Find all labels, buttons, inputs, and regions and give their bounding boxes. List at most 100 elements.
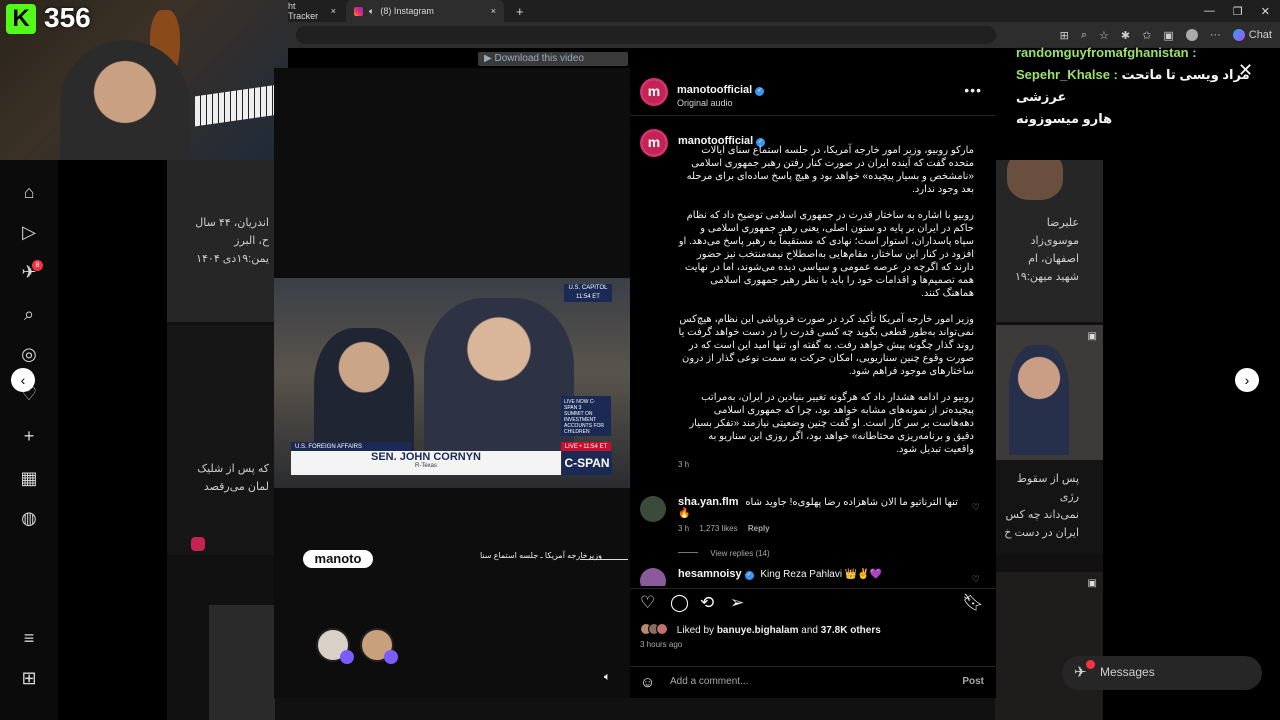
dashboard-icon[interactable]: ▦ xyxy=(17,466,41,490)
copilot-chat-button[interactable]: Chat xyxy=(1232,29,1272,41)
grid-post[interactable] xyxy=(209,605,275,720)
zoom-icon[interactable]: ⌕ xyxy=(1081,29,1087,42)
grid-post[interactable]: پس از سقوط رژی نمی‌داند چه کس ایران در د… xyxy=(995,460,1103,555)
caption-avatar[interactable] xyxy=(640,129,668,157)
manoto-mini-icon xyxy=(191,537,205,551)
post-button[interactable]: Post xyxy=(962,676,984,687)
liked-by-others[interactable]: 37.8K others xyxy=(821,625,881,636)
comment-username[interactable]: sha.yan.flm xyxy=(678,496,739,508)
caption-paragraph: وزیر امور خارجه آمریکا تأکید کرد در صورت… xyxy=(678,314,974,377)
like-icon[interactable]: ♡ xyxy=(640,593,655,613)
threads-icon[interactable]: ◍ xyxy=(17,506,41,530)
senator-name: SEN. JOHN CORNYN xyxy=(370,451,482,463)
profile-icon[interactable] xyxy=(1185,29,1198,41)
repost-icon[interactable]: ⟲ xyxy=(700,593,714,613)
chat-message: randomguyfromafghanistan : xyxy=(1016,42,1276,64)
grid-post[interactable]: که پس از شلیک لمان می‌رقصد xyxy=(167,325,275,555)
star-icon[interactable]: ☆ xyxy=(1099,29,1109,42)
minimize-icon[interactable]: — xyxy=(1204,5,1215,17)
audio-label[interactable]: Original audio xyxy=(677,98,764,108)
chat-label: Chat xyxy=(1248,29,1272,41)
window-controls: — ❐ ✕ xyxy=(1204,0,1270,22)
caption-time: 3 h xyxy=(678,460,690,469)
capitol-time: 11:54 ET xyxy=(576,294,600,300)
reel-icon: ▣ xyxy=(1087,578,1097,589)
grid-post[interactable]: علیرضا موسوی‌زاد اصفهان، ام شهید میهن:۱۹ xyxy=(995,160,1103,322)
tab-instagram[interactable]: 🔈︎ (8) Instagram × xyxy=(346,0,504,22)
grid-line: نمی‌داند چه کس xyxy=(1005,509,1079,521)
next-post-button[interactable]: › xyxy=(1235,368,1259,392)
compass-icon[interactable]: ◎ xyxy=(17,342,41,366)
download-video-bar[interactable]: ▶ Download this video xyxy=(478,52,628,66)
chat-user: randomguyfromafghanistan : xyxy=(1016,45,1197,60)
create-icon[interactable]: + xyxy=(17,424,41,448)
close-icon[interactable]: × xyxy=(491,6,496,16)
grid-line: که پس از شلیک xyxy=(197,463,269,475)
comment-body: sha.yan.flm تنها الترناتیو ما الان شاهزا… xyxy=(678,496,968,558)
capitol-label: U.S. CAPITOL 11:54 ET xyxy=(564,284,612,302)
post-actions: ♡ ◯ ⟲ ➢ 🔖︎ xyxy=(630,588,996,618)
grid-post[interactable]: ▣ xyxy=(995,572,1103,720)
save-icon[interactable]: 🔖︎ xyxy=(962,593,984,613)
comment-meta: 3 h 1,273 likes Reply xyxy=(678,524,968,533)
collections-icon[interactable]: ▣ xyxy=(1163,29,1173,42)
live-now-text: LIVE NOW C-SPAN 3 xyxy=(564,399,596,411)
replies-line xyxy=(678,552,698,553)
author-avatar[interactable] xyxy=(640,78,668,106)
apps-icon[interactable]: ⊞ xyxy=(1060,29,1069,42)
reels-icon[interactable]: ▷ xyxy=(17,220,41,244)
caption-paragraph: روبیو با اشاره به ساختار قدرت در جمهوری … xyxy=(678,210,974,299)
emoji-icon[interactable]: ☺ xyxy=(640,674,655,691)
tab-tracker[interactable]: ht Tracker × xyxy=(280,0,344,22)
mute-icon[interactable]: 🔈︎ xyxy=(604,671,611,684)
messages-pill[interactable]: ✈ Messages xyxy=(1062,656,1262,690)
new-tab-button[interactable]: + xyxy=(508,0,532,22)
comment-likes[interactable]: 1,273 likes xyxy=(699,524,737,533)
comment-like-icon[interactable]: ♡ xyxy=(972,574,980,585)
comment-username[interactable]: hesamnoisy xyxy=(678,568,742,580)
extension-icon[interactable]: ✱ xyxy=(1121,29,1130,42)
messenger-icon: ✈ xyxy=(1074,664,1087,681)
previous-post-button[interactable]: ‹ xyxy=(11,368,35,392)
instagram-icon xyxy=(354,6,363,16)
hearing-clip: U.S. CAPITOL 11:54 ET LIVE NOW C-SPAN 3 … xyxy=(274,278,630,488)
post-time: 3 hours ago xyxy=(640,640,683,649)
speaker-icon[interactable]: 🔈︎ xyxy=(369,6,374,17)
more-options-icon[interactable]: ••• xyxy=(964,82,982,98)
capitol-text: U.S. CAPITOL xyxy=(568,285,608,291)
reply-button[interactable]: Reply xyxy=(748,524,770,533)
more-icon[interactable]: ··· xyxy=(1210,29,1221,41)
liked-by-user[interactable]: banuye.bighalam xyxy=(717,625,799,636)
commenter-avatar[interactable] xyxy=(640,496,666,522)
author-username[interactable]: manotoofficial xyxy=(677,84,752,96)
close-icon[interactable]: × xyxy=(331,6,336,16)
collaborator-avatar[interactable] xyxy=(360,628,398,664)
search-icon[interactable]: ⌕ xyxy=(17,302,41,326)
comment-time: 3 h xyxy=(678,524,690,533)
commenter-avatar[interactable] xyxy=(640,568,666,586)
likes-summary[interactable]: Liked by banuye.bighalam and 37.8K other… xyxy=(640,623,881,636)
comment-icon[interactable]: ◯ xyxy=(670,593,689,613)
comment-text: King Reza Pahlavi 👑✌️💜 xyxy=(760,569,883,580)
share-icon[interactable]: ➢ xyxy=(730,593,744,613)
close-window-icon[interactable]: ✕ xyxy=(1261,5,1270,18)
liker-avatar xyxy=(656,623,668,635)
address-bar[interactable] xyxy=(296,26,996,44)
grid-post[interactable]: اندریان، ۴۴ سال ح، البرز یمن:۱۹دی ۱۴۰۴ xyxy=(167,160,275,322)
caption-paragraph: روبیو در ادامه هشدار داد که هرگونه تغییر… xyxy=(689,392,974,455)
grid-line: یمن:۱۹دی ۱۴۰۴ xyxy=(196,253,269,265)
close-modal-icon[interactable]: ✕ xyxy=(1238,60,1253,81)
collaborator-avatar[interactable] xyxy=(316,628,354,664)
restore-icon[interactable]: ❐ xyxy=(1233,5,1243,18)
menu-icon[interactable]: ≡ xyxy=(17,626,41,650)
favorites-icon[interactable]: ✩ xyxy=(1142,29,1151,42)
view-replies-button[interactable]: View replies (14) xyxy=(678,549,968,558)
home-icon[interactable]: ⌂ xyxy=(17,180,41,204)
tab-label: ht Tracker xyxy=(288,1,319,21)
comment-input[interactable]: Add a comment... xyxy=(670,676,748,687)
post-video[interactable]: U.S. CAPITOL 11:54 ET LIVE NOW C-SPAN 3 … xyxy=(274,68,630,698)
grid-text: علیرضا موسوی‌زاد اصفهان، ام شهید میهن:۱۹ xyxy=(999,214,1079,286)
apps-grid-icon[interactable]: ⊞ xyxy=(17,666,41,690)
grid-post[interactable]: ▣ xyxy=(995,325,1103,460)
comment-like-icon[interactable]: ♡ xyxy=(972,502,980,513)
